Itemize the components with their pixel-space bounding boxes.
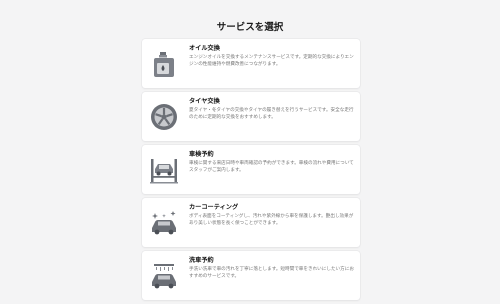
service-description: 車検に関する来店日時や車両確認の予約ができます。車検の流れや費用についてスタッフ… — [189, 161, 354, 174]
service-card-inspection[interactable]: 車検予約 車検に関する来店日時や車両確認の予約ができます。車検の流れや費用につい… — [142, 145, 360, 194]
car-wash-icon — [146, 257, 182, 294]
car-sparkle-icon — [146, 204, 182, 241]
service-card-wash[interactable]: 洗車予約 手洗い洗車で車の汚れを丁寧に落とします。短時間で車をきれいにしたい方に… — [142, 251, 360, 300]
service-name: カーコーティング — [189, 204, 239, 211]
tire-wheel-icon — [146, 98, 182, 135]
service-description: エンジンオイルを交換するメンテナンスサービスです。定期的な交換によりエンジンの性… — [189, 55, 354, 68]
service-name: 車検予約 — [189, 151, 214, 158]
service-select-page: サービスを選択 オイル交換 エンジンオイルを交換するメンテナンスサービスです。定… — [0, 0, 500, 300]
oil-can-icon — [146, 45, 182, 82]
car-lift-icon — [146, 151, 182, 188]
service-card-tire[interactable]: タイヤ交換 夏タイヤ・冬タイヤの交換やタイヤの履き替えを行うサービスです。安全な… — [142, 92, 360, 141]
page-title: サービスを選択 — [216, 22, 284, 33]
service-card-oil[interactable]: オイル交換 エンジンオイルを交換するメンテナンスサービスです。定期的な交換により… — [142, 39, 360, 88]
service-card-coating[interactable]: カーコーティング ボディ表面をコーティングし、汚れや紫外線から車を保護します。艶… — [142, 198, 360, 247]
service-description: 手洗い洗車で車の汚れを丁寧に落とします。短時間で車をきれいにしたい方におすすめの… — [189, 267, 354, 280]
service-name: オイル交換 — [189, 45, 220, 52]
service-list: オイル交換 エンジンオイルを交換するメンテナンスサービスです。定期的な交換により… — [142, 39, 360, 304]
service-name: 洗車予約 — [189, 257, 214, 264]
service-description: 夏タイヤ・冬タイヤの交換やタイヤの履き替えを行うサービスです。安全な走行のために… — [189, 108, 354, 121]
service-name: タイヤ交換 — [189, 98, 220, 105]
service-description: ボディ表面をコーティングし、汚れや紫外線から車を保護します。艶出し効果があり美し… — [189, 214, 354, 227]
